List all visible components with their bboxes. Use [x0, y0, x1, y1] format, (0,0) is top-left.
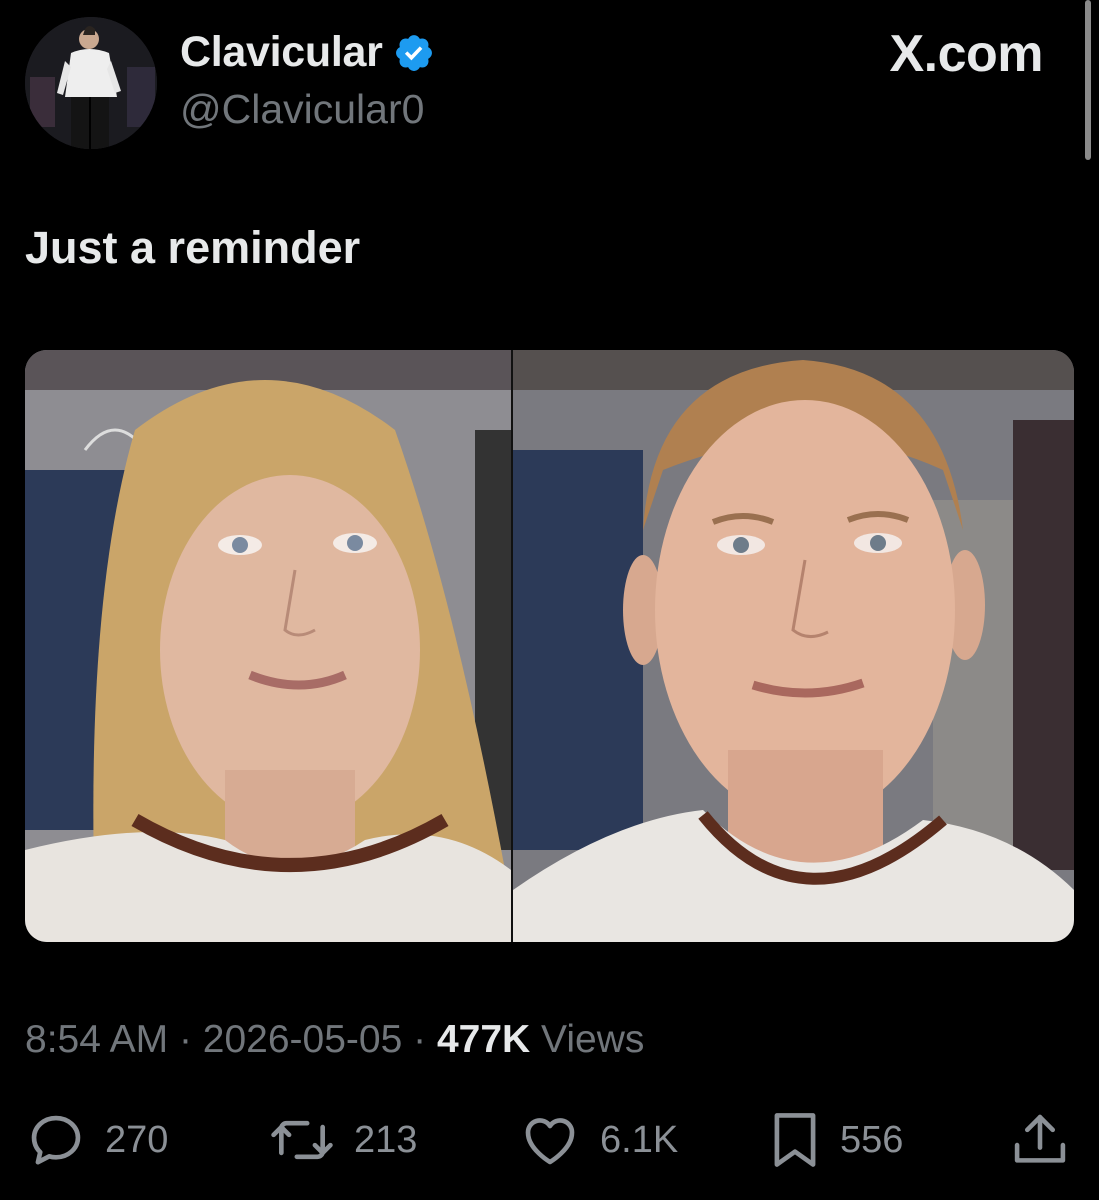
reply-count: 270 — [105, 1118, 169, 1161]
repost-button[interactable]: 213 — [268, 1108, 417, 1172]
repost-icon — [271, 1120, 333, 1160]
tweet-time[interactable]: 8:54 AM — [25, 1018, 168, 1061]
tweet-date[interactable]: 2026-05-05 — [203, 1018, 403, 1061]
like-count: 6.1K — [600, 1118, 679, 1161]
reply-button[interactable]: 270 — [25, 1108, 168, 1172]
tweet-photo-1[interactable] — [25, 350, 511, 942]
scrollbar[interactable] — [1085, 0, 1091, 160]
bookmark-count: 556 — [840, 1118, 904, 1161]
bookmark-icon — [774, 1113, 816, 1167]
like-icon — [525, 1118, 575, 1165]
tweet-text: Just a reminder — [25, 222, 361, 273]
author-handle[interactable]: @Clavicular0 — [180, 86, 424, 133]
reply-icon — [31, 1115, 81, 1165]
verified-badge-icon — [393, 32, 435, 74]
bookmark-button[interactable]: 556 — [768, 1108, 903, 1172]
views-label: Views — [541, 1018, 645, 1061]
x-logo-watermark: X.com — [889, 25, 1043, 83]
tweet-media[interactable] — [25, 350, 1074, 942]
tweet-meta: 8:54 AM · 2026-05-05 · 477K Views — [25, 1018, 644, 1062]
repost-count: 213 — [354, 1118, 418, 1161]
tweet-actions-bar: 270 213 6.1K 556 — [0, 1108, 1099, 1172]
share-button[interactable] — [1012, 1108, 1068, 1172]
author-display-name-row[interactable]: Clavicular — [180, 28, 435, 77]
author-display-name[interactable]: Clavicular — [180, 28, 383, 77]
avatar[interactable] — [25, 17, 157, 149]
meta-separator: · — [178, 1018, 192, 1061]
tweet-photo-2[interactable] — [513, 350, 1074, 942]
like-button[interactable]: 6.1K — [518, 1108, 678, 1172]
share-icon — [1014, 1114, 1066, 1163]
meta-separator: · — [413, 1018, 427, 1061]
views-count: 477K — [436, 1018, 531, 1061]
